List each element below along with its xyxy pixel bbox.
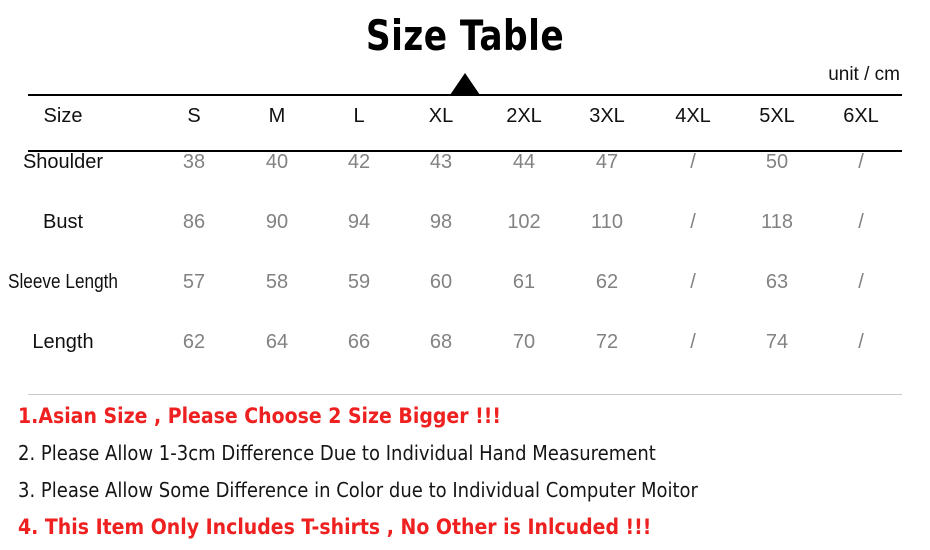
table-cell: 98 — [429, 211, 453, 233]
table-bottom-rule — [28, 394, 902, 395]
table-cell: 70 — [512, 331, 536, 353]
note-line-1: 1.Asian Size , Please Choose 2 Size Bigg… — [18, 404, 501, 428]
table-cell: / — [690, 271, 696, 293]
page-title: Size Table — [365, 11, 565, 60]
table-cell: / — [690, 331, 696, 353]
unit-label: unit / cm — [828, 64, 900, 85]
table-row-shoulder: Shoulder 38 40 42 43 44 47 / 50 / — [0, 150, 930, 210]
table-cell: / — [858, 331, 864, 353]
table-row-sleeve-length: Sleeve Length 57 58 59 60 61 62 / 63 / — [0, 270, 930, 330]
size-table-page: Size Table unit / cm Size S M L XL 2XL 3XL 4XL 5… — [0, 0, 930, 550]
table-row-bust: Bust 86 90 94 98 102 110 / 118 / — [0, 210, 930, 270]
table-cell: 57 — [182, 271, 206, 293]
note-line-4: 4. This Item Only Includes T-shirts , No… — [18, 515, 652, 539]
table-cell: 90 — [265, 211, 289, 233]
table-cell: 102 — [507, 211, 541, 233]
table-cell: / — [858, 151, 864, 173]
table-cell: 62 — [182, 331, 206, 353]
column-header-xl: XL — [428, 105, 454, 127]
column-header-4xl: 4XL — [675, 105, 711, 127]
table-cell: 66 — [347, 331, 371, 353]
table-cell: 59 — [347, 271, 371, 293]
note-line-3: 3. Please Allow Some Difference in Color… — [18, 478, 698, 502]
table-cell: 43 — [429, 151, 453, 173]
table-cell: 64 — [265, 331, 289, 353]
table-cell: 47 — [595, 151, 619, 173]
note-line-2: 2. Please Allow 1-3cm Difference Due to … — [18, 441, 656, 465]
triangle-marker-icon — [450, 73, 480, 95]
table-cell: 38 — [182, 151, 206, 173]
row-label: Bust — [42, 211, 84, 233]
table-cell: / — [690, 151, 696, 173]
table-cell: / — [858, 211, 864, 233]
notes-list: 1.Asian Size , Please Choose 2 Size Bigg… — [18, 398, 918, 546]
table-cell: 58 — [265, 271, 289, 293]
table-cell: 63 — [765, 271, 789, 293]
table-cell: 94 — [347, 211, 371, 233]
table-cell: 40 — [265, 151, 289, 173]
table-cell: 72 — [595, 331, 619, 353]
column-header-5xl: 5XL — [759, 105, 795, 127]
column-header-l: L — [353, 105, 365, 127]
column-header-s: S — [187, 105, 201, 127]
column-header-size: Size — [43, 105, 83, 127]
table-cell: / — [690, 211, 696, 233]
table-cell: 61 — [512, 271, 536, 293]
table-cell: 68 — [429, 331, 453, 353]
column-header-m: M — [268, 105, 286, 127]
table-cell: 50 — [765, 151, 789, 173]
table-cell: 44 — [512, 151, 536, 173]
table-cell: 60 — [429, 271, 453, 293]
size-table: Size S M L XL 2XL 3XL 4XL 5XL 6XL Shoulder 38 40 42 4… — [0, 104, 930, 390]
table-cell: 62 — [595, 271, 619, 293]
column-header-6xl: 6XL — [843, 105, 879, 127]
column-header-2xl: 2XL — [506, 105, 542, 127]
table-cell: 118 — [761, 211, 793, 233]
table-cell: 74 — [765, 331, 789, 353]
row-label: Shoulder — [22, 151, 104, 173]
table-row-length: Length 62 64 66 68 70 72 / 74 / — [0, 330, 930, 390]
row-label: Sleeve Length — [8, 271, 118, 293]
table-cell: 86 — [182, 211, 206, 233]
column-header-3xl: 3XL — [589, 105, 625, 127]
table-cell: 42 — [347, 151, 371, 173]
table-header-row: Size S M L XL 2XL 3XL 4XL 5XL 6XL — [0, 104, 930, 150]
table-cell: / — [858, 271, 864, 293]
table-cell: 110 — [591, 211, 623, 233]
row-label: Length — [32, 331, 94, 353]
